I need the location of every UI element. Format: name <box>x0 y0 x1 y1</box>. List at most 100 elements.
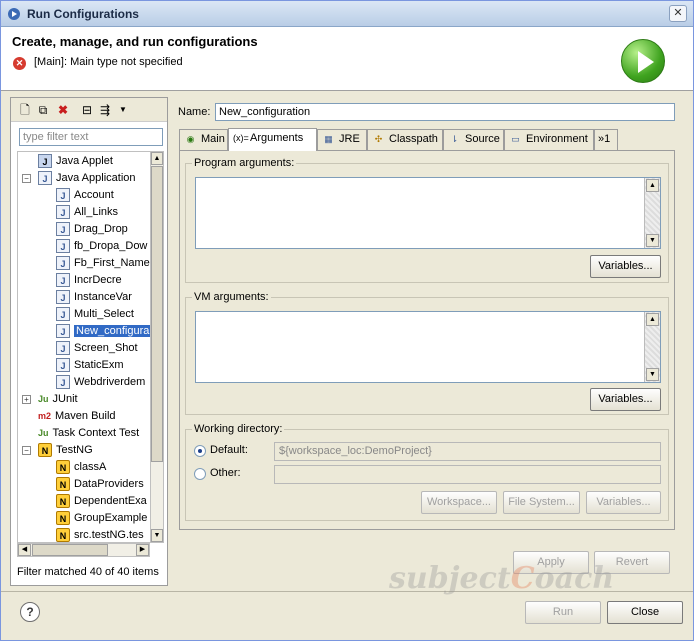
program-arguments-label: Program arguments: <box>192 157 297 169</box>
new-configuration-icon[interactable]: 🗋 <box>17 102 33 118</box>
working-directory-group: Working directory: Default: ${workspace_… <box>185 423 669 521</box>
scroll-down-arrow-icon[interactable]: ▼ <box>151 529 163 542</box>
tab-classpath[interactable]: ✣ Classpath <box>367 129 443 150</box>
default-radio[interactable] <box>194 445 206 457</box>
tree-item[interactable]: Nsrc.testNG.tes <box>56 527 144 542</box>
collapse-all-icon[interactable]: ⊟ <box>79 102 95 118</box>
tree-item[interactable]: J Webdriverdem <box>56 374 145 391</box>
vm-variables-button[interactable]: Variables... <box>590 388 661 411</box>
delete-icon[interactable]: ✖ <box>55 102 71 118</box>
program-variables-button[interactable]: Variables... <box>590 255 661 278</box>
file-system-button[interactable]: File System... <box>503 491 580 514</box>
tree-item[interactable]: J Java Application <box>38 170 136 187</box>
testng-icon: N <box>56 528 70 542</box>
arguments-tab-icon: (x)= <box>233 132 249 143</box>
program-arguments-textarea[interactable]: ▲ ▼ <box>195 177 661 249</box>
tree-item[interactable]: N DependentExa <box>56 493 147 510</box>
hscroll-thumb[interactable] <box>32 544 108 556</box>
scroll-down-arrow-icon[interactable]: ▼ <box>646 234 659 247</box>
scroll-thumb[interactable] <box>151 166 163 462</box>
java-file-icon: J <box>56 239 70 254</box>
tree-item-label: TestNG <box>56 444 93 456</box>
tab-environment[interactable]: ▭ Environment <box>504 129 594 150</box>
tree-item[interactable]: J InstanceVar <box>56 289 132 306</box>
tab-jre[interactable]: ▦ JRE <box>317 129 367 150</box>
filter-input[interactable]: type filter text <box>19 128 163 146</box>
tree-item[interactable]: Ju Task Context Test <box>38 425 139 442</box>
tab-overflow-label: »1 <box>598 133 611 145</box>
tab-source[interactable]: ⇂ Source <box>443 129 504 150</box>
scroll-up-arrow-icon[interactable]: ▲ <box>151 152 163 165</box>
vm-arguments-textarea[interactable]: ▲ ▼ <box>195 311 661 383</box>
window-title: Run Configurations <box>27 7 139 21</box>
filter-menu-chevron-icon[interactable]: ▼ <box>115 102 131 118</box>
scroll-up-arrow-icon[interactable]: ▲ <box>646 179 659 192</box>
close-button[interactable]: Close <box>607 601 683 624</box>
tab-main[interactable]: ◉ Main <box>179 129 228 150</box>
tree-item[interactable]: J Account <box>56 187 114 204</box>
java-file-icon: J <box>56 256 70 271</box>
list-toolbar: 🗋 ⧉ ✖ ⊟ ⇶ ▼ <box>11 98 167 122</box>
help-icon[interactable]: ? <box>20 602 40 622</box>
tree-item[interactable]: Jfb_Dropa_Dow <box>56 238 147 255</box>
tree-item[interactable]: J Fb_First_Name <box>56 255 150 272</box>
tree-item[interactable]: J Multi_Select <box>56 306 134 323</box>
run-button[interactable]: Run <box>525 601 601 624</box>
tree-item[interactable]: J All_Links <box>56 204 118 221</box>
java-application-icon: J <box>38 171 52 186</box>
tree-item-label: All_Links <box>74 206 119 218</box>
tree-item[interactable]: J Screen_Shot <box>56 340 138 357</box>
tree-item[interactable]: J IncrDecre <box>56 272 122 289</box>
watermark-part3: oach <box>534 561 615 596</box>
tree-item[interactable]: J Drag_Drop <box>56 221 128 238</box>
close-window-button[interactable]: ✕ <box>669 5 687 22</box>
tree-item-label: IncrDecre <box>74 274 122 286</box>
tree-item[interactable]: N TestNG <box>38 442 93 459</box>
duplicate-icon[interactable]: ⧉ <box>35 102 51 118</box>
tree-item[interactable]: NclassA <box>56 459 106 476</box>
tab-overflow[interactable]: »1 <box>594 129 618 150</box>
java-file-icon: J <box>56 222 70 237</box>
tree-vertical-scrollbar[interactable]: ▲ ▼ <box>150 151 164 543</box>
workspace-button[interactable]: Workspace... <box>421 491 497 514</box>
collapse-toggle-icon[interactable]: − <box>22 174 31 183</box>
watermark: subjectCoach <box>389 561 614 596</box>
tree-item-label: JUnit <box>52 393 78 405</box>
vm-arguments-group: VM arguments: ▲ ▼ Variables... <box>185 291 669 415</box>
tree-item[interactable]: N DataProviders <box>56 476 144 493</box>
textarea-scrollbar[interactable]: ▲ ▼ <box>644 312 660 382</box>
tree-item[interactable]: J New_configura <box>56 323 150 340</box>
collapse-toggle-icon[interactable]: − <box>22 446 31 455</box>
tree-item-label: Drag_Drop <box>74 223 128 235</box>
expand-toggle-icon[interactable]: + <box>22 395 31 404</box>
tree-item[interactable]: J Java Applet <box>38 153 113 170</box>
error-icon: ✕ <box>13 57 26 70</box>
maven-icon: m2 <box>38 411 52 422</box>
textarea-scrollbar[interactable]: ▲ ▼ <box>644 178 660 248</box>
scroll-right-arrow-icon[interactable]: ▶ <box>136 544 149 556</box>
tab-label: Source <box>465 133 500 145</box>
java-file-icon: J <box>56 188 70 203</box>
java-file-icon: J <box>56 290 70 305</box>
dialog-heading: Create, manage, and run configurations <box>12 34 258 49</box>
tree-item[interactable]: m2 Maven Build <box>38 408 116 425</box>
arguments-tab-panel: Program arguments: ▲ ▼ Variables... VM a… <box>179 150 675 530</box>
tree-item[interactable]: Ju JUnit <box>38 391 78 408</box>
testng-icon: N <box>56 494 70 509</box>
scroll-down-arrow-icon[interactable]: ▼ <box>646 368 659 381</box>
tree-item-label: DataProviders <box>74 478 144 490</box>
working-dir-variables-button[interactable]: Variables... <box>586 491 661 514</box>
scroll-up-arrow-icon[interactable]: ▲ <box>646 313 659 326</box>
scroll-left-arrow-icon[interactable]: ◀ <box>18 544 31 556</box>
filter-status: Filter matched 40 of 40 items <box>17 566 159 578</box>
tree-item[interactable]: J StaticExm <box>56 357 124 374</box>
tab-arguments[interactable]: (x)=Arguments <box>228 128 317 151</box>
name-input[interactable]: New_configuration <box>215 103 675 121</box>
name-label: Name: <box>178 106 211 118</box>
tree-item-label: Multi_Select <box>74 308 134 320</box>
other-radio[interactable] <box>194 468 206 480</box>
tree-horizontal-scrollbar[interactable]: ◀ ▶ <box>17 543 150 557</box>
java-applet-icon: J <box>38 154 52 169</box>
tree-item[interactable]: N GroupExample <box>56 510 147 527</box>
filter-icon[interactable]: ⇶ <box>97 102 113 118</box>
